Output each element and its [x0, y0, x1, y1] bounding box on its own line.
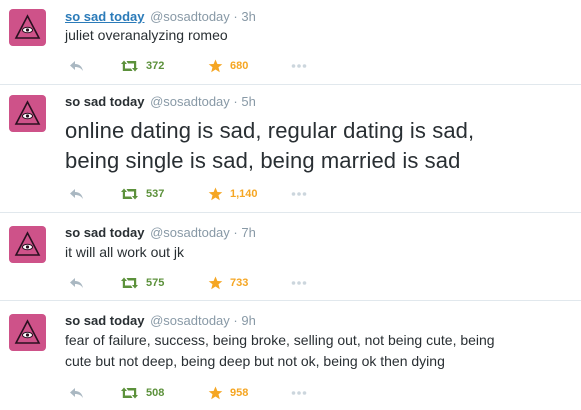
tweet-text-line-1: online dating is sad, regular dating is … [65, 118, 475, 143]
tweet-text-line-1: fear of failure, success, being broke, s… [65, 332, 495, 348]
retweet-count: 537 [146, 188, 165, 200]
retweet-icon [121, 277, 138, 289]
reply-button[interactable] [69, 58, 84, 74]
retweet-button[interactable]: 508 [120, 385, 164, 401]
separator-dot: · [233, 9, 238, 24]
favorite-count: 680 [230, 60, 249, 72]
timestamp[interactable]: 9h [241, 313, 255, 328]
retweet-count: 508 [146, 387, 165, 399]
display-name[interactable]: so sad today [65, 94, 144, 109]
ellipsis-icon [291, 192, 307, 196]
retweet-count: 575 [146, 277, 165, 289]
tweet-timeline: so sad today @sosadtoday · 3h juliet ove… [0, 0, 581, 410]
display-name[interactable]: so sad today [65, 313, 144, 328]
tweet-header: so sad today @sosadtoday · 3h [65, 9, 256, 25]
more-options-button[interactable] [291, 186, 307, 202]
star-icon [208, 187, 223, 201]
user-handle[interactable]: @sosadtoday [150, 9, 230, 24]
ellipsis-icon [291, 391, 307, 395]
tweet-actions: 537 1,140 [65, 186, 325, 202]
retweet-button[interactable]: 372 [120, 58, 164, 74]
user-handle[interactable]: @sosadtoday [150, 94, 230, 109]
tweet-actions: 508 958 [65, 385, 325, 401]
tweet-header: so sad today @sosadtoday · 7h [65, 225, 256, 241]
display-name[interactable]: so sad today [65, 9, 144, 24]
reply-arrow-icon [70, 61, 83, 71]
ellipsis-icon [291, 64, 307, 68]
tweet-text-line-2: being single is sad, being married is sa… [65, 148, 461, 173]
user-handle[interactable]: @sosadtoday [150, 313, 230, 328]
retweet-count: 372 [146, 60, 165, 72]
tweet-item[interactable]: so sad today @sosadtoday · 9h fear of fa… [0, 301, 581, 410]
tweet-item[interactable]: so sad today @sosadtoday · 5h online dat… [0, 85, 581, 213]
tweet-item[interactable]: so sad today @sosadtoday · 7h it will al… [0, 213, 581, 301]
tweet-text: it will all work out jk [65, 244, 185, 260]
reply-button[interactable] [69, 186, 84, 202]
separator-dot: · [233, 225, 238, 240]
star-icon [208, 386, 223, 400]
timestamp[interactable]: 3h [241, 9, 255, 24]
reply-arrow-icon [70, 388, 83, 398]
tweet-header: so sad today @sosadtoday · 5h [65, 94, 256, 110]
star-icon [208, 59, 223, 73]
avatar[interactable] [9, 95, 46, 132]
display-name[interactable]: so sad today [65, 225, 144, 240]
retweet-icon [121, 188, 138, 200]
retweet-button[interactable]: 537 [120, 186, 164, 202]
favorite-count: 1,140 [230, 188, 258, 200]
more-options-button[interactable] [291, 385, 307, 401]
separator-dot: · [233, 94, 238, 109]
favorite-count: 958 [230, 387, 249, 399]
reply-button[interactable] [69, 275, 84, 291]
eye-in-triangle-icon [9, 9, 46, 46]
user-handle[interactable]: @sosadtoday [150, 225, 230, 240]
tweet-actions: 372 680 [65, 58, 325, 74]
eye-in-triangle-icon [9, 226, 46, 263]
tweet-actions: 575 733 [65, 275, 325, 291]
more-options-button[interactable] [291, 58, 307, 74]
favorite-button[interactable]: 680 [208, 58, 248, 74]
tweet-text: juliet overanalyzing romeo [65, 27, 228, 43]
avatar[interactable] [9, 9, 46, 46]
timestamp[interactable]: 5h [241, 94, 255, 109]
favorite-button[interactable]: 733 [208, 275, 248, 291]
reply-arrow-icon [70, 189, 83, 199]
tweet-header: so sad today @sosadtoday · 9h [65, 313, 256, 329]
separator-dot: · [233, 313, 238, 328]
reply-button[interactable] [69, 385, 84, 401]
eye-in-triangle-icon [9, 95, 46, 132]
eye-in-triangle-icon [9, 314, 46, 351]
favorite-count: 733 [230, 277, 249, 289]
star-icon [208, 276, 223, 290]
tweet-item[interactable]: so sad today @sosadtoday · 3h juliet ove… [0, 0, 581, 85]
timestamp[interactable]: 7h [241, 225, 255, 240]
tweet-text-line-2: cute but not deep, being deep but not ok… [65, 353, 445, 369]
retweet-icon [121, 60, 138, 72]
reply-arrow-icon [70, 278, 83, 288]
avatar[interactable] [9, 314, 46, 351]
favorite-button[interactable]: 958 [208, 385, 248, 401]
ellipsis-icon [291, 281, 307, 285]
retweet-icon [121, 387, 138, 399]
favorite-button[interactable]: 1,140 [208, 186, 258, 202]
more-options-button[interactable] [291, 275, 307, 291]
retweet-button[interactable]: 575 [120, 275, 164, 291]
avatar[interactable] [9, 226, 46, 263]
